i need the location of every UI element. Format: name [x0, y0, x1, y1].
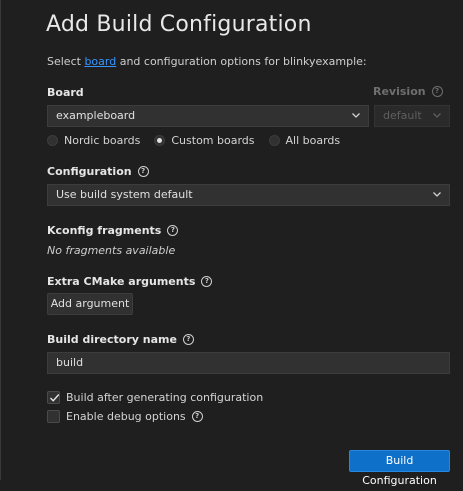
board-select[interactable]: exampleboard	[47, 105, 369, 127]
board-label-text: Board	[47, 86, 84, 99]
build-dir-label-text: Build directory name	[47, 333, 177, 346]
board-docs-link[interactable]: board	[84, 55, 116, 68]
add-argument-button[interactable]: Add argument	[47, 293, 133, 315]
configuration-select[interactable]: Use build system default	[47, 184, 450, 206]
revision-label: Revision ?	[373, 85, 443, 98]
chevron-down-icon	[433, 113, 441, 118]
board-label: Board	[47, 86, 84, 99]
revision-label-text: Revision	[373, 85, 426, 98]
configuration-help-icon[interactable]: ?	[137, 166, 149, 177]
checkmark-icon	[50, 394, 60, 402]
build-dir-input[interactable]: build	[47, 352, 450, 374]
build-after-checkbox[interactable]	[47, 391, 60, 404]
debug-help-icon[interactable]: ?	[191, 411, 203, 422]
debug-label: Enable debug options	[66, 410, 186, 423]
radio-dot	[47, 135, 58, 146]
kconfig-empty-text: No fragments available	[47, 244, 176, 257]
configuration-select-value: Use build system default	[56, 188, 193, 201]
build-dir-help-icon[interactable]: ?	[182, 334, 194, 345]
radio-dot	[268, 135, 280, 146]
configuration-label: Configuration ?	[47, 165, 149, 178]
revision-select[interactable]: default	[374, 105, 450, 127]
add-build-configuration-panel: Add Build Configuration Select board and…	[0, 0, 463, 487]
chevron-down-icon	[352, 113, 360, 118]
build-after-label: Build after generating configuration	[66, 391, 264, 404]
kconfig-label: Kconfig fragments ?	[47, 224, 179, 237]
build-after-checkbox-row[interactable]: Build after generating configuration	[47, 391, 263, 404]
board-filter-group: Nordic boards Custom boards All boards	[47, 134, 340, 147]
debug-checkbox[interactable]	[47, 410, 60, 423]
board-select-value: exampleboard	[56, 109, 136, 122]
cmake-label: Extra CMake arguments ?	[47, 275, 213, 288]
revision-help-icon[interactable]: ?	[431, 86, 443, 97]
radio-all-boards[interactable]: All boards	[268, 134, 341, 147]
build-dir-label: Build directory name ?	[47, 333, 194, 346]
debug-checkbox-row[interactable]: Enable debug options ?	[47, 410, 203, 423]
chevron-down-icon	[433, 192, 441, 197]
subtitle: Select board and configuration options f…	[47, 55, 367, 68]
build-configuration-button[interactable]: Build Configuration	[349, 450, 450, 487]
radio-label: All boards	[285, 134, 341, 147]
subtitle-suffix: and configuration options for blinkyexam…	[116, 55, 367, 68]
configuration-label-text: Configuration	[47, 165, 132, 178]
radio-label: Custom boards	[171, 134, 255, 147]
radio-custom-boards[interactable]: Custom boards	[154, 134, 255, 147]
kconfig-help-icon[interactable]: ?	[167, 225, 179, 236]
cmake-label-text: Extra CMake arguments	[47, 275, 196, 288]
cmake-help-icon[interactable]: ?	[201, 276, 213, 287]
subtitle-prefix: Select	[47, 55, 85, 68]
radio-dot-selected	[154, 135, 166, 146]
revision-select-value: default	[383, 109, 422, 122]
radio-label: Nordic boards	[64, 134, 141, 147]
kconfig-label-text: Kconfig fragments	[47, 224, 162, 237]
page-title: Add Build Configuration	[46, 12, 312, 37]
radio-nordic-boards[interactable]: Nordic boards	[47, 134, 140, 147]
